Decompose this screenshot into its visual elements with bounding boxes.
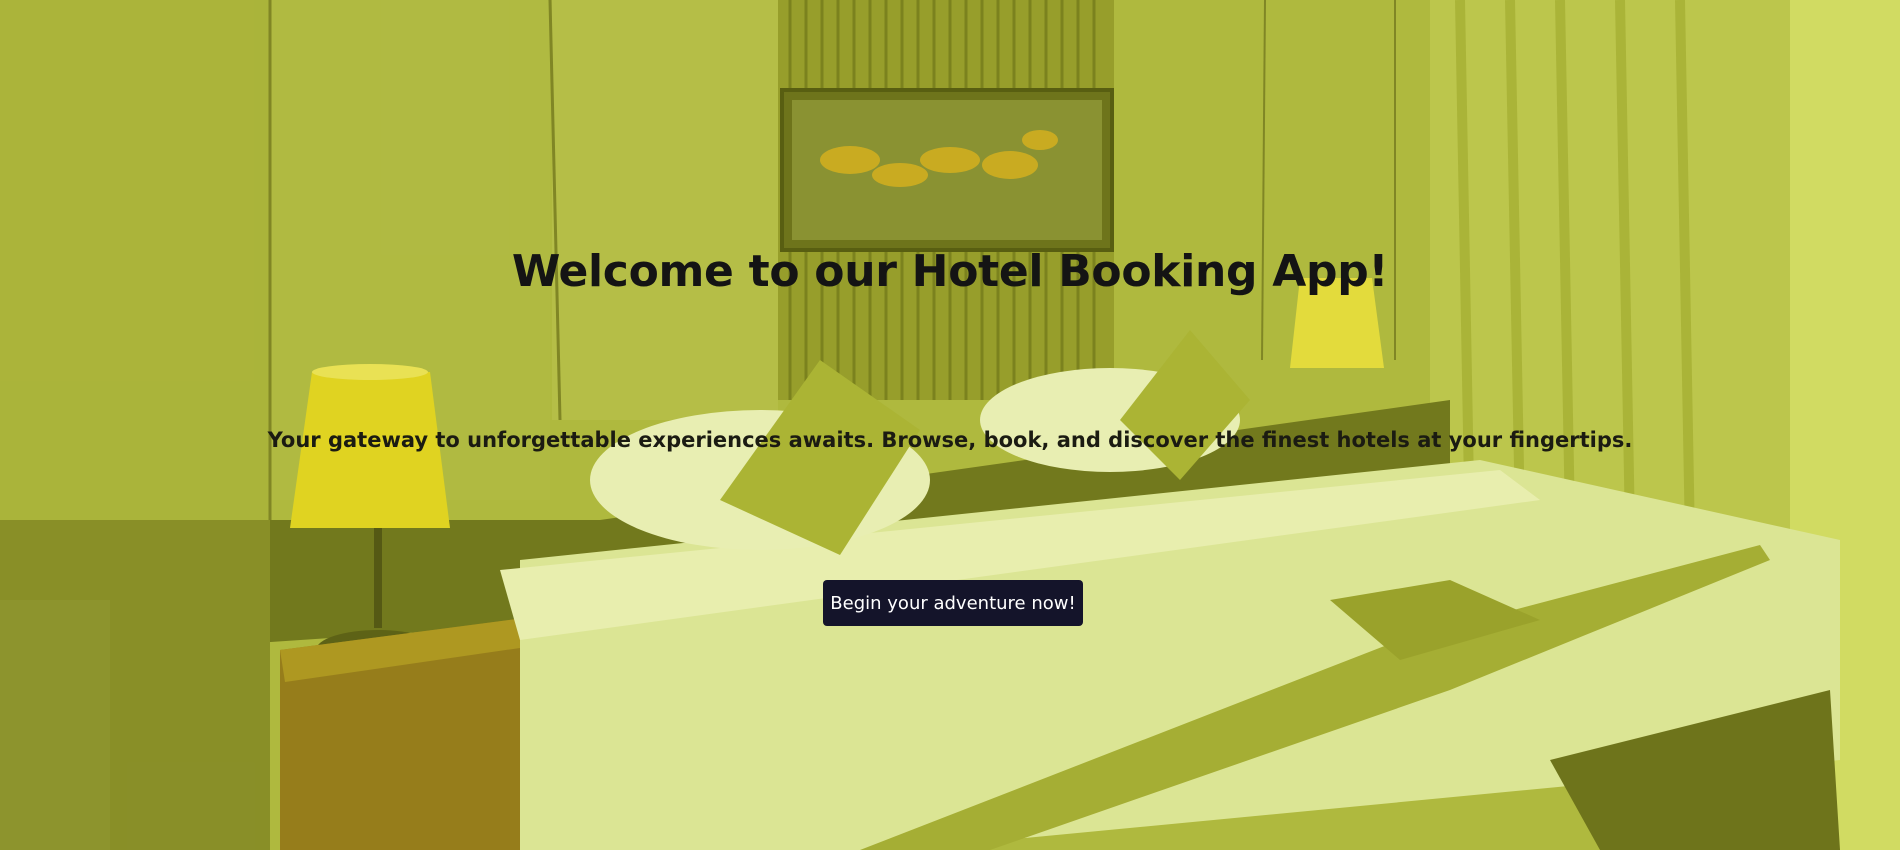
begin-adventure-button[interactable]: Begin your adventure now!: [823, 580, 1083, 626]
hero-subtitle: Your gateway to unforgettable experience…: [267, 428, 1633, 452]
hero-content: Welcome to our Hotel Booking App! Your g…: [0, 0, 1900, 850]
page-title: Welcome to our Hotel Booking App!: [511, 246, 1389, 297]
hero-section: Welcome to our Hotel Booking App! Your g…: [0, 0, 1900, 850]
